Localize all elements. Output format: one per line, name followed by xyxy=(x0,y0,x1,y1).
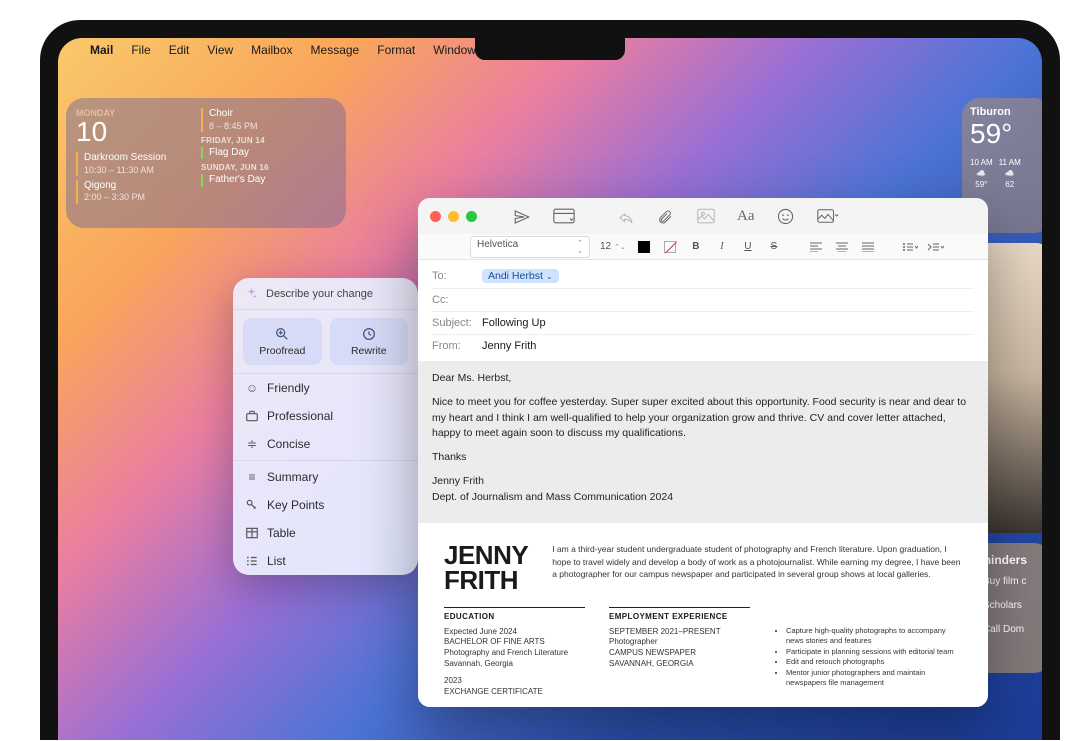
calendar-widget[interactable]: MONDAY 10 Darkroom Session 10:30 – 11:30… xyxy=(66,98,346,228)
sparkle-icon xyxy=(245,287,258,300)
to-label: To: xyxy=(432,270,482,282)
format-icon[interactable]: Aa xyxy=(737,208,753,224)
format-bar[interactable]: Helvetica⌃⌄ 12 ⌃⌄ B I U S xyxy=(418,234,988,260)
mail-titlebar[interactable]: Aa xyxy=(418,198,988,234)
event-time: 8 – 8:45 PM xyxy=(209,121,336,132)
text-color-icon[interactable] xyxy=(636,241,652,253)
writing-tools-panel: Describe your change Proofread Rewrite ☺… xyxy=(233,278,418,575)
event-name: Qigong xyxy=(84,180,191,193)
chevron-down-icon[interactable]: ⌄ xyxy=(546,272,553,281)
list-icon xyxy=(245,554,259,568)
calendar-day-label: MONDAY xyxy=(76,108,191,118)
rewrite-button[interactable]: Rewrite xyxy=(330,318,409,365)
weather-hour: 11 AM ☁️ 62 xyxy=(999,156,1021,191)
menubar-mailbox[interactable]: Mailbox xyxy=(251,43,292,57)
indent-dropdown-icon[interactable] xyxy=(928,242,944,252)
menubar-message[interactable]: Message xyxy=(311,43,360,57)
font-select[interactable]: Helvetica⌃⌄ xyxy=(470,236,590,258)
italic-icon[interactable]: I xyxy=(714,241,730,252)
align-center-icon[interactable] xyxy=(834,242,850,252)
event-name: Father's Day xyxy=(209,174,336,187)
resume-edu-block: 2023 EXCHANGE CERTIFICATE xyxy=(444,676,585,698)
cc-label: Cc: xyxy=(432,294,482,306)
subject-label: Subject: xyxy=(432,317,482,329)
media-dropdown-icon[interactable] xyxy=(817,208,833,224)
transform-table[interactable]: Table xyxy=(233,519,418,547)
writing-tools-header-label: Describe your change xyxy=(266,288,373,300)
minimize-button[interactable] xyxy=(448,211,459,222)
from-field-row[interactable]: From: Jenny Frith xyxy=(432,335,974,357)
menubar-format[interactable]: Format xyxy=(377,43,415,57)
keypoints-icon xyxy=(245,498,259,512)
body-thanks: Thanks xyxy=(432,450,974,466)
event-name: Choir xyxy=(209,108,336,121)
resume-name: FRITH xyxy=(444,568,528,593)
summary-icon: ≡ xyxy=(245,470,259,484)
subject-field-row[interactable]: Subject: Following Up xyxy=(432,312,974,335)
style-professional[interactable]: Professional xyxy=(233,402,418,430)
reply-icon[interactable] xyxy=(617,208,633,224)
weather-hour: 10 AM ☁️ 59° xyxy=(970,156,993,191)
align-justify-icon[interactable] xyxy=(860,242,876,252)
recipient-pill[interactable]: Andi Herbst⌄ xyxy=(482,269,559,283)
transform-list[interactable]: List xyxy=(233,547,418,575)
bold-icon[interactable]: B xyxy=(688,241,704,252)
menubar-app-name[interactable]: Mail xyxy=(90,43,113,57)
event-time: 2:00 – 3:30 PM xyxy=(84,192,191,203)
menubar-window[interactable]: Window xyxy=(433,43,476,57)
resume-edu-block: Expected June 2024 BACHELOR OF FINE ARTS… xyxy=(444,627,585,670)
body-signature-name: Jenny Frith xyxy=(432,474,974,490)
from-label: From: xyxy=(432,340,482,352)
mail-compose-window: Aa Helvetica⌃⌄ 12 ⌃⌄ B I U S xyxy=(418,198,988,707)
from-value[interactable]: Jenny Frith xyxy=(482,340,536,352)
header-fields-icon[interactable] xyxy=(553,208,569,224)
resume-bullets: Capture high-quality photographs to acco… xyxy=(774,626,962,689)
calendar-section-label: FRIDAY, JUN 14 xyxy=(201,136,336,145)
weather-location: Tiburon xyxy=(970,106,1042,118)
menubar-file[interactable]: File xyxy=(131,43,150,57)
zoom-button[interactable] xyxy=(466,211,477,222)
send-icon[interactable] xyxy=(513,208,529,224)
resume-emp-heading: EMPLOYMENT EXPERIENCE xyxy=(609,607,750,621)
proofread-button[interactable]: Proofread xyxy=(243,318,322,365)
menubar-edit[interactable]: Edit xyxy=(169,43,190,57)
to-field-row[interactable]: To: Andi Herbst⌄ xyxy=(432,264,974,289)
resume-attachment[interactable]: JENNY FRITH I am a third-year student un… xyxy=(418,523,988,707)
writing-tools-header[interactable]: Describe your change xyxy=(233,278,418,310)
bg-color-icon[interactable] xyxy=(662,241,678,253)
photo-browser-icon[interactable] xyxy=(697,208,713,224)
calendar-date-number: 10 xyxy=(76,118,191,146)
table-icon xyxy=(245,526,259,540)
mail-body[interactable]: Dear Ms. Herbst, Nice to meet you for co… xyxy=(418,361,988,523)
transform-summary[interactable]: ≡Summary xyxy=(233,463,418,491)
body-paragraph: Nice to meet you for coffee yesterday. S… xyxy=(432,395,974,442)
close-button[interactable] xyxy=(430,211,441,222)
underline-icon[interactable]: U xyxy=(740,241,756,252)
event-name: Flag Day xyxy=(209,147,336,160)
calendar-section-label: SUNDAY, JUN 16 xyxy=(201,163,336,172)
body-signature-dept: Dept. of Journalism and Mass Communicati… xyxy=(432,490,974,506)
resume-intro: I am a third-year student undergraduate … xyxy=(552,543,962,592)
attach-icon[interactable] xyxy=(657,208,673,224)
smile-icon: ☺ xyxy=(245,381,259,395)
weather-temp: 59° xyxy=(970,118,1042,150)
cc-field-row[interactable]: Cc: xyxy=(432,289,974,312)
briefcase-icon xyxy=(245,409,259,423)
subject-value[interactable]: Following Up xyxy=(482,317,546,329)
body-greeting: Dear Ms. Herbst, xyxy=(432,371,974,387)
list-dropdown-icon[interactable] xyxy=(902,242,918,252)
font-size-select[interactable]: 12 ⌃⌄ xyxy=(600,241,626,252)
emoji-icon[interactable] xyxy=(777,208,793,224)
style-friendly[interactable]: ☺Friendly xyxy=(233,374,418,402)
style-concise[interactable]: ≑Concise xyxy=(233,430,418,458)
align-left-icon[interactable] xyxy=(808,242,824,252)
transform-keypoints[interactable]: Key Points xyxy=(233,491,418,519)
menubar-view[interactable]: View xyxy=(207,43,233,57)
event-time: 10:30 – 11:30 AM xyxy=(84,165,191,176)
resume-edu-heading: EDUCATION xyxy=(444,607,585,621)
concise-icon: ≑ xyxy=(245,437,259,451)
event-name: Darkroom Session xyxy=(84,152,191,165)
resume-emp-block: SEPTEMBER 2021–PRESENT Photographer CAMP… xyxy=(609,627,750,670)
strike-icon[interactable]: S xyxy=(766,241,782,252)
